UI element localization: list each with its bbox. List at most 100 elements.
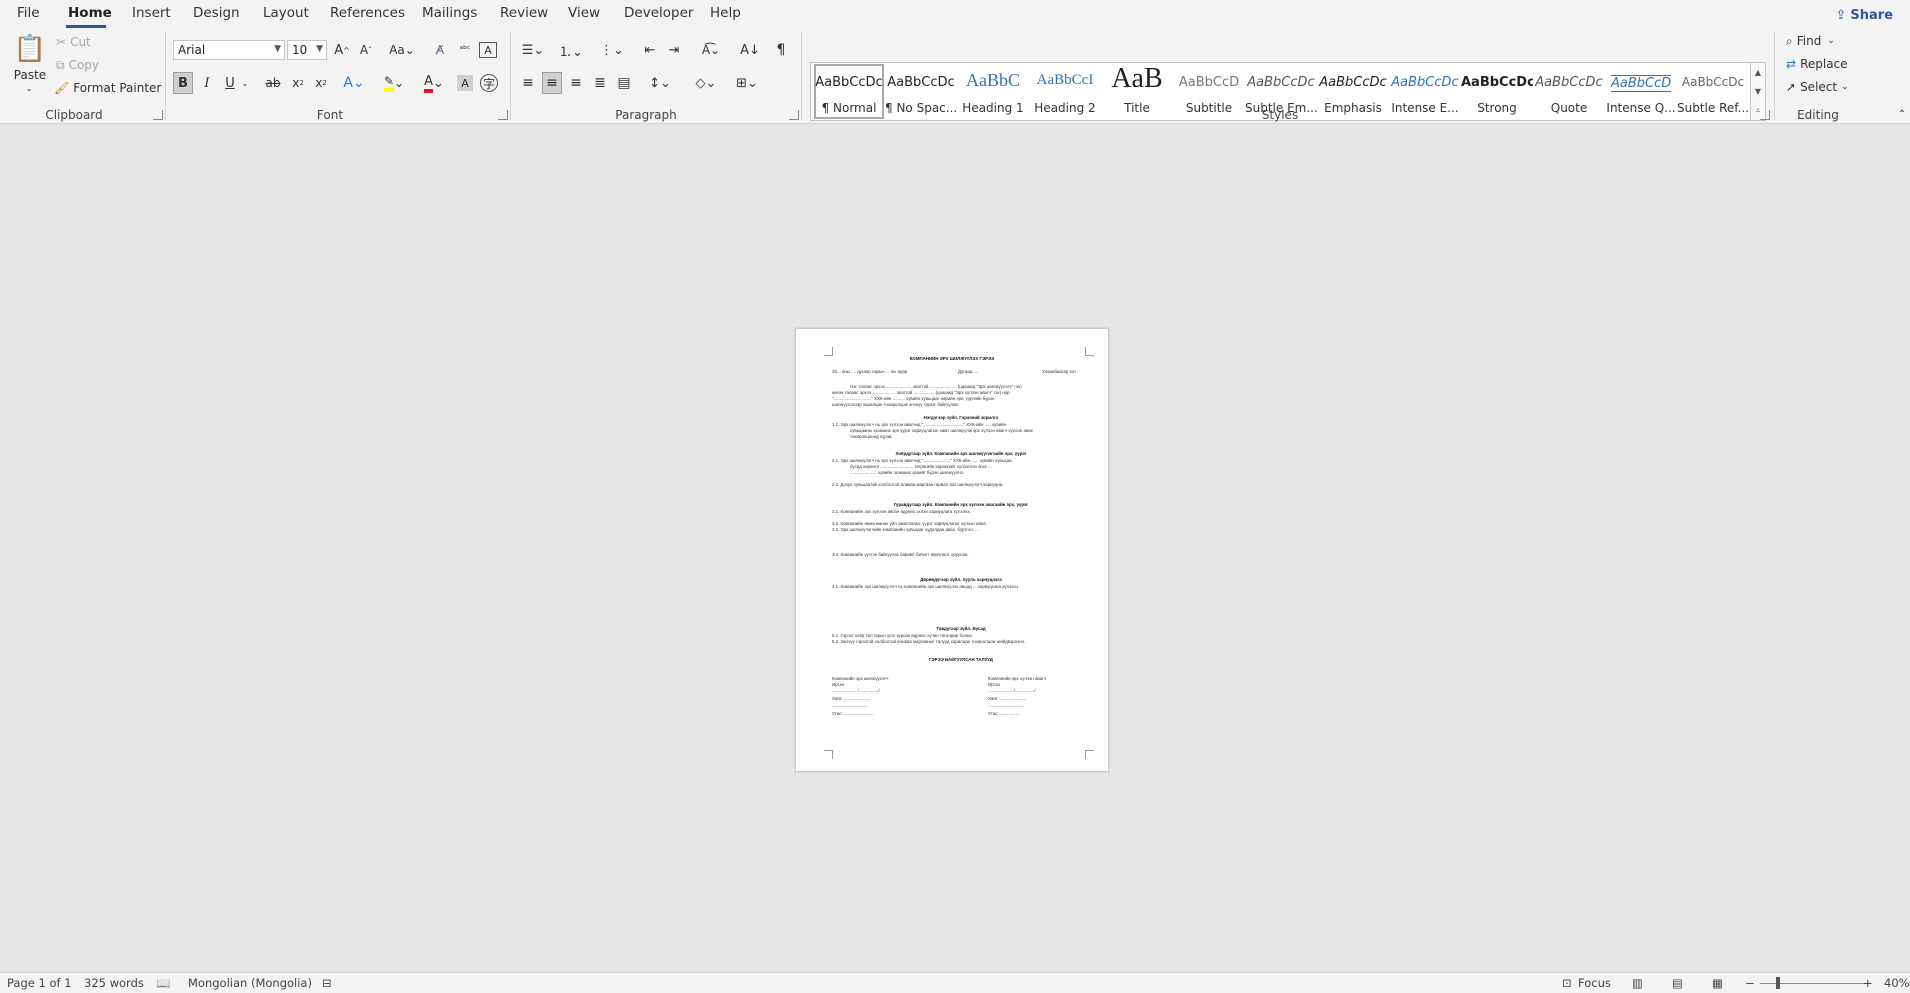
style-quote[interactable]: AaBbCcDc Quote: [1533, 63, 1605, 120]
line-spacing-icon[interactable]: ↕⌄: [644, 72, 676, 94]
align-left-icon[interactable]: ≡: [518, 72, 538, 94]
numbering-icon[interactable]: ⒈⌄: [556, 40, 586, 60]
language-indicator[interactable]: Mongolian (Mongolia): [188, 976, 312, 990]
style-heading-1[interactable]: AaBbC Heading 1: [957, 63, 1029, 120]
style-preview: AaBbCcD: [1178, 75, 1240, 90]
style-no-spacing[interactable]: AaBbCcDc ¶ No Spac...: [885, 63, 957, 120]
multilevel-list-icon[interactable]: ⋮⌄: [596, 40, 628, 60]
accessibility-icon[interactable]: ⊟: [322, 976, 332, 990]
gallery-down-icon[interactable]: ▼: [1751, 82, 1765, 101]
italic-icon[interactable]: I: [198, 72, 216, 94]
superscript-icon[interactable]: x2: [311, 72, 331, 94]
zoom-in-icon[interactable]: +: [1863, 976, 1873, 990]
document-line: 3.4. Компанийн үүсгэн байгуулах баримт б…: [832, 552, 969, 557]
paste-dropdown-icon[interactable]: ⌄: [22, 83, 36, 93]
document-canvas[interactable]: КОМПАНИЙН ЭРХ ШИЛЖҮҮЛЭХ ГЭРЭЭ 20... оны …: [0, 124, 1910, 972]
character-border-icon[interactable]: A: [479, 42, 497, 58]
font-size-value: 10: [292, 43, 308, 57]
gallery-up-icon[interactable]: ▲: [1751, 63, 1765, 82]
print-layout-icon[interactable]: ▤: [1672, 976, 1683, 990]
margin-corner-mark: [824, 347, 833, 356]
style-title[interactable]: AaB Title: [1101, 63, 1173, 120]
underline-icon[interactable]: U: [221, 72, 239, 94]
find-button[interactable]: ⌕ Find ⌄: [1786, 33, 1835, 49]
replace-button[interactable]: ⇄ Replace: [1786, 56, 1848, 72]
font-color-icon[interactable]: A ⌄: [418, 72, 450, 94]
tab-layout[interactable]: Layout: [263, 5, 309, 21]
underline-dropdown-icon[interactable]: ⌄: [240, 72, 250, 94]
text-effects-icon[interactable]: A⌄: [340, 72, 368, 94]
styles-dialog-launcher[interactable]: [1760, 110, 1770, 120]
font-family-combo[interactable]: Arial ▼: [173, 40, 285, 60]
asian-layout-icon[interactable]: A͡⌄: [696, 40, 726, 60]
cursor-arrow-icon: ➚: [1786, 80, 1797, 94]
style-intense-quote[interactable]: AaBbCcDc Intense Q...: [1605, 63, 1677, 120]
zoom-slider-thumb[interactable]: [1776, 977, 1780, 989]
document-line: 3.1. Компанийн эрх хүлээн авсан өдрөөс э…: [832, 509, 971, 514]
show-formatting-marks-icon[interactable]: ¶: [771, 40, 791, 60]
tab-insert[interactable]: Insert: [132, 5, 171, 21]
tab-review[interactable]: Review: [500, 5, 548, 21]
highlight-color-icon[interactable]: ✎ ⌄: [378, 72, 410, 94]
select-button[interactable]: ➚ Select ⌄: [1786, 79, 1849, 95]
tab-developer[interactable]: Developer: [624, 5, 693, 21]
page-count[interactable]: Page 1 of 1: [7, 976, 72, 990]
tab-home[interactable]: Home: [68, 5, 112, 21]
font-size-combo[interactable]: 10 ▼: [287, 40, 327, 60]
document-line: 1.1. Эрх шилжүүлэгч нь эрх хүлээн авагчи…: [832, 422, 1007, 427]
cut-button[interactable]: ✂ Cut: [56, 34, 91, 50]
paste-icon[interactable]: 📋: [10, 32, 50, 66]
style-normal[interactable]: AaBbCcDc ¶ Normal: [813, 63, 885, 120]
increase-indent-icon[interactable]: ⇥: [664, 40, 684, 60]
style-intense-emphasis[interactable]: AaBbCcDc Intense E...: [1389, 63, 1461, 120]
tab-help[interactable]: Help: [710, 5, 741, 21]
style-strong[interactable]: AaBbCcDc Strong: [1461, 63, 1533, 120]
style-name: Heading 2: [1034, 101, 1096, 115]
font-dialog-launcher[interactable]: [498, 110, 508, 120]
zoom-level[interactable]: 40%: [1884, 976, 1910, 990]
word-count[interactable]: 325 words: [84, 976, 144, 990]
tab-view[interactable]: View: [568, 5, 600, 21]
bullets-icon[interactable]: ☰⌄: [518, 40, 548, 60]
focus-icon[interactable]: ⊡: [1562, 976, 1572, 990]
character-shading-icon[interactable]: A: [457, 75, 473, 91]
clipboard-dialog-launcher[interactable]: [153, 110, 163, 120]
zoom-out-icon[interactable]: −: [1745, 976, 1755, 990]
decrease-indent-icon[interactable]: ⇤: [640, 40, 660, 60]
web-layout-icon[interactable]: ▦: [1712, 976, 1723, 990]
collapse-ribbon-icon[interactable]: ⌃: [1896, 108, 1908, 120]
focus-mode-button[interactable]: Focus: [1578, 976, 1611, 990]
style-heading-2[interactable]: AaBbCcI Heading 2: [1029, 63, 1101, 120]
align-right-icon[interactable]: ≡: [566, 72, 586, 94]
style-subtle-reference[interactable]: AaBbCcDc Subtle Ref...: [1677, 63, 1749, 120]
tab-file[interactable]: File: [17, 5, 40, 21]
tab-design[interactable]: Design: [193, 5, 240, 21]
paste-button[interactable]: Paste: [8, 68, 52, 82]
grow-font-icon[interactable]: A ^: [333, 40, 351, 60]
enclose-characters-icon[interactable]: 字: [480, 74, 498, 92]
borders-icon[interactable]: ⊞⌄: [730, 72, 764, 94]
shading-icon[interactable]: ◇⌄: [690, 72, 722, 94]
strikethrough-icon[interactable]: ab: [262, 72, 284, 94]
signature-left-line: .................... /................/: [832, 688, 880, 693]
sort-icon[interactable]: A↓: [739, 40, 761, 60]
copy-button[interactable]: ⧉ Copy: [56, 57, 99, 73]
shrink-font-icon[interactable]: Aˇ: [357, 40, 375, 60]
read-mode-icon[interactable]: ▥: [1632, 976, 1643, 990]
distributed-icon[interactable]: ▤: [614, 72, 634, 94]
tab-references[interactable]: References: [330, 5, 405, 21]
paragraph-dialog-launcher[interactable]: [789, 110, 799, 120]
bold-icon[interactable]: B: [173, 72, 193, 94]
share-button[interactable]: ⇪ Share: [1826, 3, 1902, 27]
justify-icon[interactable]: ≣: [590, 72, 610, 94]
subscript-icon[interactable]: x2: [288, 72, 308, 94]
clear-formatting-icon[interactable]: A̸: [431, 40, 449, 60]
document-page[interactable]: КОМПАНИЙН ЭРХ ШИЛЖҮҮЛЭХ ГЭРЭЭ 20... оны …: [795, 328, 1109, 772]
style-name: ¶ No Spac...: [885, 101, 957, 115]
proofing-icon[interactable]: 📖: [156, 976, 170, 990]
align-center-icon[interactable]: ≡: [542, 72, 562, 94]
phonetic-guide-icon[interactable]: ᵃᵇᶜ: [455, 40, 475, 60]
tab-mailings[interactable]: Mailings: [422, 5, 477, 21]
format-painter-button[interactable]: 🖌 Format Painter: [54, 80, 161, 96]
change-case-icon[interactable]: Aa⌄: [387, 40, 417, 60]
